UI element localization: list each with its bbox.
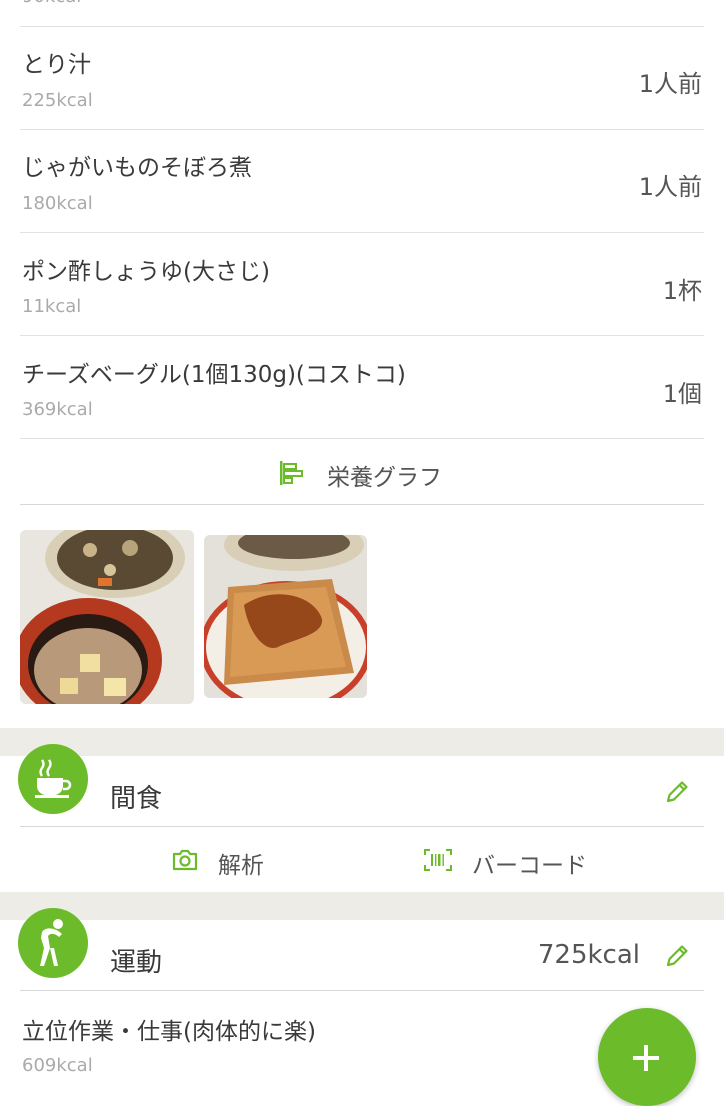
barcode-button[interactable]: バーコード xyxy=(410,836,630,886)
partial-item-kcal: 90kcal xyxy=(22,0,81,7)
bar-chart-icon xyxy=(280,461,303,485)
add-button[interactable] xyxy=(598,1008,696,1106)
divider xyxy=(20,826,704,827)
snack-section-header: 間食 xyxy=(0,744,724,826)
snack-icon-badge xyxy=(18,744,88,814)
item-kcal: 225kcal xyxy=(22,90,93,111)
camera-icon xyxy=(172,849,198,871)
nutrition-graph-label: 栄養グラフ xyxy=(327,465,442,491)
item-portion: 1杯 xyxy=(662,277,702,305)
pencil-icon[interactable] xyxy=(665,942,691,968)
snack-section-title: 間食 xyxy=(110,784,163,814)
barcode-label: バーコード xyxy=(472,853,587,879)
item-portion: 1人前 xyxy=(638,70,702,98)
exercise-icon-badge xyxy=(18,908,88,978)
analyze-label: 解析 xyxy=(218,853,264,879)
item-name: じゃがいものそぼろ煮 xyxy=(22,155,252,181)
divider xyxy=(20,26,704,27)
exercise-item-kcal: 609kcal xyxy=(22,1055,93,1076)
exercise-section-header: 運動 725kcal xyxy=(0,908,724,990)
pencil-icon[interactable] xyxy=(665,778,691,804)
item-name: チーズベーグル(1個130g)(コストコ) xyxy=(22,362,406,388)
divider xyxy=(20,232,704,233)
divider xyxy=(20,129,704,130)
divider xyxy=(20,335,704,336)
stretching-person-icon xyxy=(40,919,63,966)
nutrition-graph-button[interactable]: 栄養グラフ xyxy=(0,440,724,504)
item-portion: 1個 xyxy=(662,380,702,408)
item-kcal: 11kcal xyxy=(22,296,82,317)
barcode-icon xyxy=(424,849,452,871)
item-name: ポン酢しょうゆ(大さじ) xyxy=(22,259,270,285)
item-portion: 1人前 xyxy=(638,173,702,201)
divider xyxy=(20,990,704,991)
exercise-item-name: 立位作業・仕事(肉体的に楽) xyxy=(22,1019,316,1045)
coffee-cup-icon xyxy=(35,759,72,798)
item-kcal: 369kcal xyxy=(22,399,93,420)
meal-photo[interactable] xyxy=(204,535,367,698)
item-kcal: 180kcal xyxy=(22,193,93,214)
divider xyxy=(20,504,704,505)
exercise-total-kcal: 725kcal xyxy=(537,940,640,970)
meal-photo-image xyxy=(204,535,367,698)
section-separator xyxy=(0,728,724,756)
divider xyxy=(20,438,704,439)
meal-photo[interactable] xyxy=(20,530,194,704)
item-name: とり汁 xyxy=(22,52,91,78)
exercise-section-title: 運動 xyxy=(110,948,163,978)
section-separator xyxy=(0,892,724,920)
analyze-button[interactable]: 解析 xyxy=(150,836,350,886)
meal-photo-image xyxy=(20,530,194,704)
